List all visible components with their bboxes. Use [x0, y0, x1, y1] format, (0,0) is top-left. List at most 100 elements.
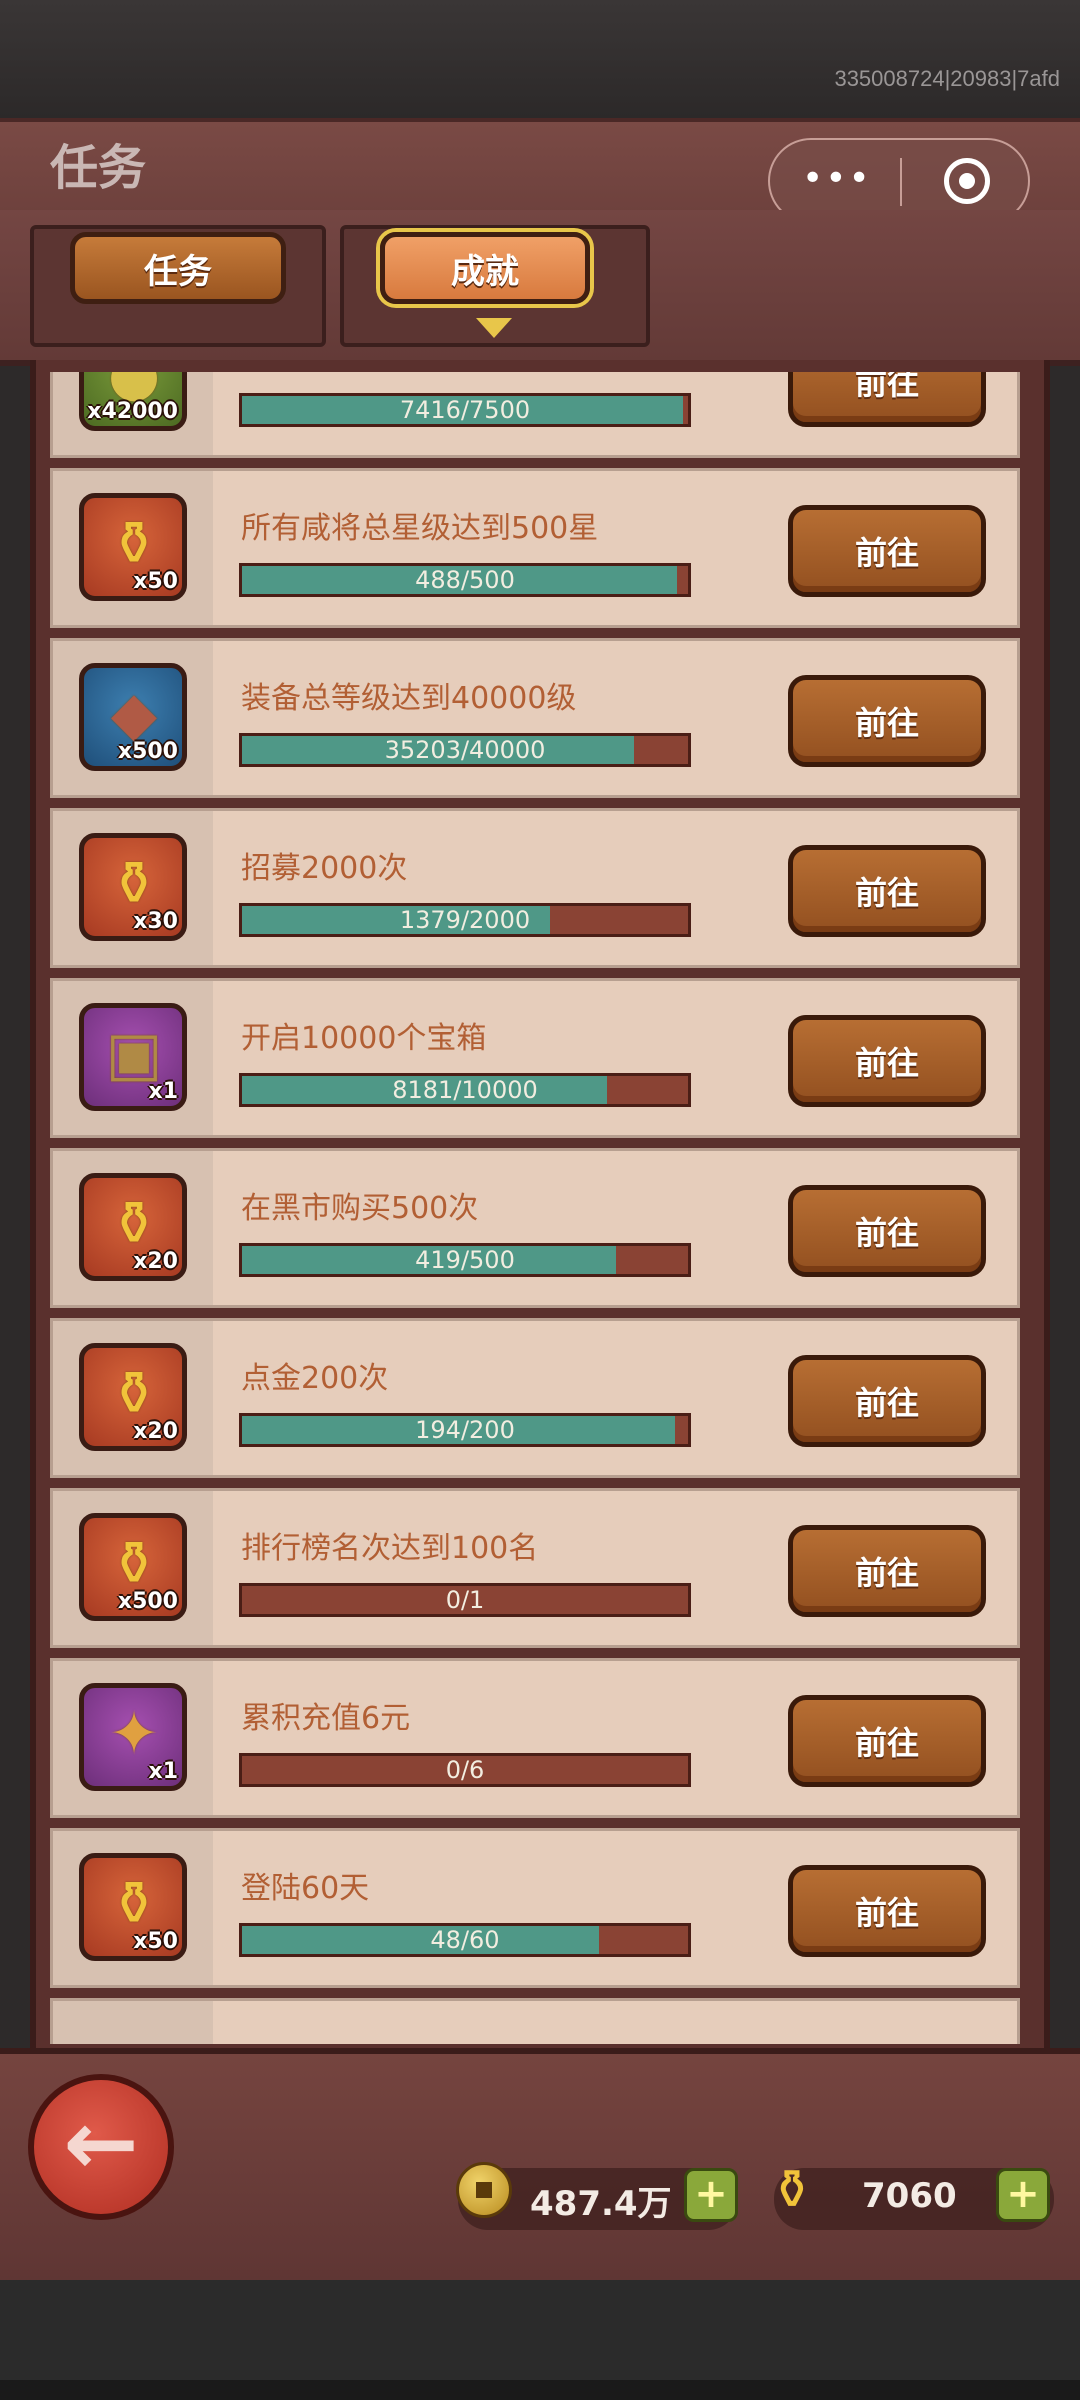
reward-item[interactable]: ⚱ x50 — [79, 493, 187, 601]
go-button[interactable]: 前往 — [788, 1695, 986, 1787]
reward-item[interactable]: ✦ x1 — [79, 1683, 187, 1791]
achievement-card: ● x42000 7416/7500 前往 — [50, 372, 1020, 458]
reward-item[interactable]: ⚱ x20 — [79, 1173, 187, 1281]
achievement-card: ⚱ x500 排行榜名次达到100名 0/1 前往 — [50, 1488, 1020, 1648]
reward-column — [53, 2001, 213, 2044]
achievement-list[interactable]: ● x42000 7416/7500 前往 ⚱ x50 所有咸将总星级达到500星 488/5… — [50, 372, 1020, 2044]
reward-quantity: x50 — [133, 569, 178, 594]
progress-bar: 1379/2000 — [239, 903, 691, 937]
progress-bar: 419/500 — [239, 1243, 691, 1277]
go-button[interactable]: 前往 — [788, 1015, 986, 1107]
progress-text: 7416/7500 — [399, 396, 531, 424]
achievement-card: ◆ x500 装备总等级达到40000级 35203/40000 前往 — [50, 638, 1020, 798]
reward-quantity: x500 — [117, 1589, 178, 1614]
progress-text: 0/1 — [445, 1586, 485, 1614]
progress-text: 35203/40000 — [384, 736, 546, 764]
add-coin-button[interactable]: + — [684, 2168, 738, 2222]
coin-value: 487.4万 — [530, 2184, 672, 2224]
top-bar — [0, 0, 1080, 118]
achievement-card: ⚱ x50 所有咸将总星级达到500星 488/500 前往 — [50, 468, 1020, 628]
coin-icon — [456, 2162, 512, 2218]
achievement-card: ⚱ x20 点金200次 194/200 前往 — [50, 1318, 1020, 1478]
arrow-left-icon: ← — [63, 2091, 139, 2196]
reward-item[interactable]: ⚱ x20 — [79, 1343, 187, 1451]
reward-quantity: x30 — [133, 909, 178, 934]
reward-quantity: x500 — [117, 739, 178, 764]
achievement-name: 开启10000个宝箱 — [241, 1021, 487, 1056]
achievement-name: 在黑市购买500次 — [241, 1191, 479, 1226]
gold-scroll-icon: ⚱ — [108, 1869, 160, 1939]
reward-quantity: x1 — [148, 1079, 179, 1104]
more-menu-icon[interactable]: ••• — [802, 161, 872, 197]
achievement-name: 登陆60天 — [241, 1871, 370, 1906]
reward-item[interactable]: ⚱ x30 — [79, 833, 187, 941]
system-nav-area — [0, 2280, 1080, 2400]
achievement-name: 点金200次 — [241, 1361, 389, 1396]
progress-bar: 48/60 — [239, 1923, 691, 1957]
progress-text: 48/60 — [430, 1926, 500, 1954]
go-button[interactable]: 前往 — [788, 1865, 986, 1957]
achievement-name: 招募2000次 — [241, 851, 408, 886]
achievement-name: 排行榜名次达到100名 — [241, 1531, 539, 1566]
progress-bar: 35203/40000 — [239, 733, 691, 767]
achievement-card: ⚱ x30 招募2000次 1379/2000 前往 — [50, 808, 1020, 968]
go-button[interactable]: 前往 — [788, 505, 986, 597]
progress-text: 0/6 — [445, 1756, 485, 1784]
add-scroll-button[interactable]: + — [996, 2168, 1050, 2222]
go-button[interactable]: 前往 — [788, 372, 986, 427]
progress-text: 8181/10000 — [392, 1076, 538, 1104]
achievement-card: ⚱ x20 在黑市购买500次 419/500 前往 — [50, 1148, 1020, 1308]
achievement-card — [50, 1998, 1020, 2044]
gold-scroll-icon: ⚱ — [108, 1529, 160, 1599]
gold-scroll-icon: ⚱ — [769, 2158, 815, 2221]
progress-text: 419/500 — [415, 1246, 515, 1274]
close-target-icon[interactable] — [944, 158, 990, 204]
progress-text: 1379/2000 — [399, 906, 531, 934]
progress-text: 194/200 — [415, 1416, 515, 1444]
treasure-chest-icon: ▣ — [105, 1019, 163, 1089]
scroll-value: 7060 — [862, 2176, 957, 2216]
achievement-name: 所有咸将总星级达到500星 — [241, 511, 599, 546]
go-button[interactable]: 前往 — [788, 1525, 986, 1617]
gold-scroll-icon: ⚱ — [108, 509, 160, 579]
reward-quantity: x1 — [148, 1759, 179, 1784]
torch-icon: ✦ — [108, 1699, 160, 1769]
progress-bar: 8181/10000 — [239, 1073, 691, 1107]
reward-item[interactable]: ⚱ x50 — [79, 1853, 187, 1961]
gold-scroll-icon: ⚱ — [108, 1189, 160, 1259]
progress-text: 488/500 — [415, 566, 515, 594]
achievement-name: 装备总等级达到40000级 — [241, 681, 577, 716]
reward-item[interactable]: ● x42000 — [79, 372, 187, 431]
nav-stripe — [0, 2380, 1080, 2400]
gold-scroll-icon: ⚱ — [108, 849, 160, 919]
achievement-name: 累积充值6元 — [241, 1701, 411, 1736]
go-button[interactable]: 前往 — [788, 675, 986, 767]
tab-task[interactable]: 任务 — [70, 232, 286, 304]
reward-item[interactable]: ⚱ x500 — [79, 1513, 187, 1621]
progress-bar: 0/6 — [239, 1753, 691, 1787]
reward-quantity: x20 — [133, 1249, 178, 1274]
debug-id-text: 335008724|20983|7afd — [834, 66, 1060, 91]
back-button[interactable]: ← — [28, 2074, 174, 2220]
page-title: 任务 — [50, 140, 147, 196]
tab-pointer-icon — [476, 318, 512, 338]
reward-item[interactable]: ▣ x1 — [79, 1003, 187, 1111]
achievement-card: ✦ x1 累积充值6元 0/6 前往 — [50, 1658, 1020, 1818]
progress-bar: 7416/7500 — [239, 393, 691, 427]
reward-item[interactable]: ◆ x500 — [79, 663, 187, 771]
go-button[interactable]: 前往 — [788, 845, 986, 937]
progress-bar: 194/200 — [239, 1413, 691, 1447]
go-button[interactable]: 前往 — [788, 1185, 986, 1277]
gold-scroll-icon: ⚱ — [108, 1359, 160, 1429]
tab-achievement[interactable]: 成就 — [380, 232, 590, 304]
progress-bar: 488/500 — [239, 563, 691, 597]
achievement-card: ▣ x1 开启10000个宝箱 8181/10000 前往 — [50, 978, 1020, 1138]
reward-quantity: x42000 — [87, 399, 178, 424]
stone-icon: ◆ — [110, 679, 158, 749]
capsule-divider — [900, 158, 902, 206]
go-button[interactable]: 前往 — [788, 1355, 986, 1447]
reward-quantity: x20 — [133, 1419, 178, 1444]
achievement-card: ⚱ x50 登陆60天 48/60 前往 — [50, 1828, 1020, 1988]
progress-bar: 0/1 — [239, 1583, 691, 1617]
reward-quantity: x50 — [133, 1929, 178, 1954]
